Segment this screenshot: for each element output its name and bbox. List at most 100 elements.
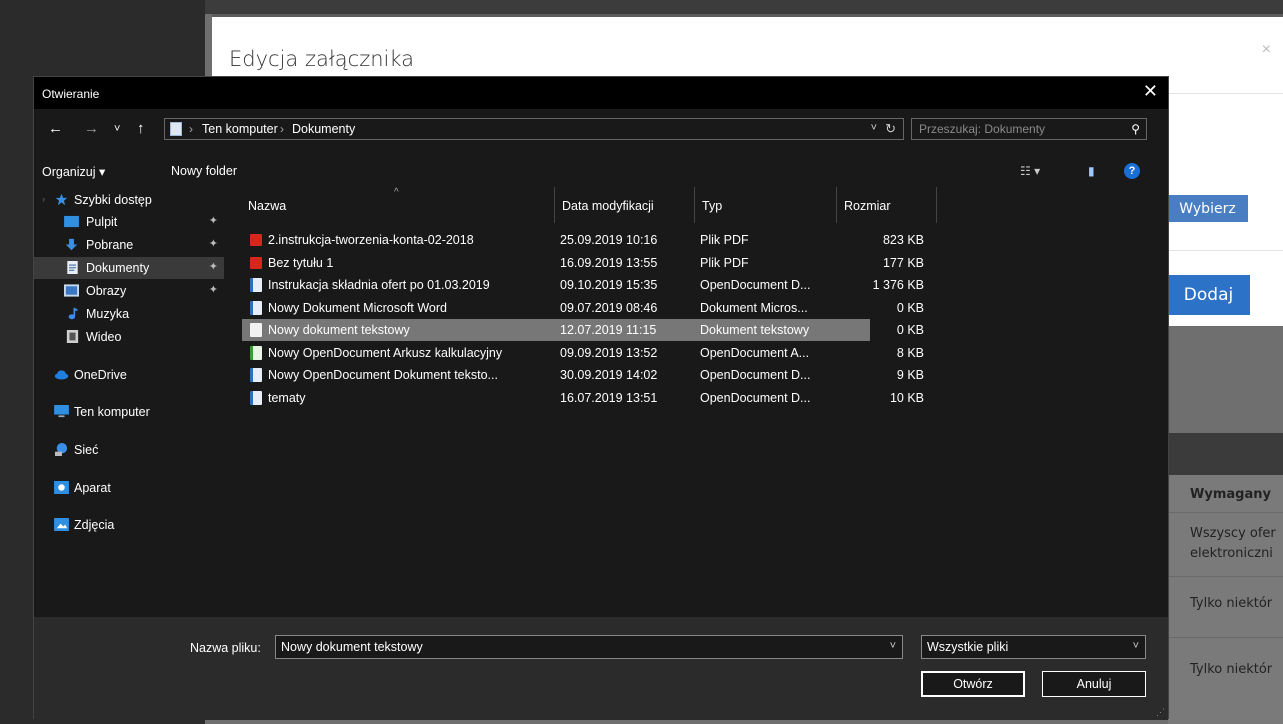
file-row[interactable]: Nowy Dokument Microsoft Word 09.07.2019 0… bbox=[242, 297, 924, 319]
file-type: OpenDocument D... bbox=[700, 368, 811, 382]
add-button[interactable]: Dodaj bbox=[1167, 275, 1250, 315]
column-separator[interactable] bbox=[694, 187, 695, 223]
photos-icon bbox=[54, 518, 69, 531]
column-separator[interactable] bbox=[554, 187, 555, 223]
documents-folder-icon bbox=[170, 122, 182, 136]
file-name: Nowy OpenDocument Dokument teksto... bbox=[268, 368, 498, 382]
column-separator[interactable] bbox=[836, 187, 837, 223]
pin-icon: ✦ bbox=[208, 284, 218, 296]
table-cell: Tylko niektór bbox=[1190, 662, 1273, 677]
table-row-divider bbox=[1168, 637, 1283, 638]
file-date: 09.09.2019 13:52 bbox=[560, 345, 658, 360]
file-list: ^ Nazwa Data modyfikacji Typ Rozmiar 2.i… bbox=[240, 187, 1160, 617]
up-arrow-icon[interactable]: ↑ bbox=[137, 121, 145, 137]
computer-icon bbox=[54, 405, 69, 418]
table-row-divider bbox=[1168, 512, 1283, 513]
sidebar-item-quick-access[interactable]: › Szybki dostęp bbox=[34, 189, 224, 211]
file-size: 8 KB bbox=[896, 345, 924, 360]
chevron-down-icon[interactable]: ˅ bbox=[890, 640, 896, 652]
file-row[interactable]: Instrukacja składnia ofert po 01.03.2019… bbox=[242, 274, 924, 296]
cancel-button[interactable]: Anuluj bbox=[1042, 671, 1146, 697]
close-icon[interactable]: ✕ bbox=[1143, 81, 1158, 102]
sidebar-item-onedrive[interactable]: OneDrive bbox=[34, 364, 224, 386]
resize-grip-icon[interactable]: ⋰ bbox=[1156, 707, 1165, 718]
file-row[interactable]: Nowy OpenDocument Arkusz kalkulacyjny 09.… bbox=[242, 342, 924, 364]
file-row[interactable]: 2.instrukcja-tworzenia-konta-02-2018 25.0… bbox=[242, 229, 924, 251]
file-name: Bez tytułu 1 bbox=[268, 255, 334, 270]
file-size: 1 376 KB bbox=[872, 278, 924, 292]
sidebar-item-documents[interactable]: Dokumenty ✦ bbox=[34, 257, 224, 279]
video-icon bbox=[66, 330, 79, 343]
open-button[interactable]: Otwórz bbox=[921, 671, 1025, 697]
back-arrow-icon[interactable]: ← bbox=[48, 121, 63, 137]
new-folder-button[interactable]: Nowy folder bbox=[171, 164, 237, 178]
column-header-name[interactable]: Nazwa bbox=[248, 199, 286, 213]
open-file-dialog: Otwieranie ✕ ← → ˅ ↑ › Ten komputer › Do… bbox=[33, 76, 1169, 720]
column-header-type[interactable]: Typ bbox=[702, 199, 722, 213]
chevron-down-icon[interactable]: ˅ bbox=[1133, 640, 1139, 652]
text-file-icon bbox=[250, 323, 262, 337]
sidebar-item-music[interactable]: Muzyka bbox=[34, 303, 224, 325]
dialog-toolbar: Organizuj ▾ Nowy folder ☷ ▾ ▮ ? bbox=[34, 157, 1168, 187]
pin-icon: ✦ bbox=[208, 238, 218, 250]
filename-input[interactable]: Nowy dokument tekstowy ˅ bbox=[275, 635, 903, 659]
odt-icon bbox=[250, 278, 262, 292]
file-name: Nowy OpenDocument Arkusz kalkulacyjny bbox=[268, 345, 503, 360]
network-icon bbox=[55, 443, 68, 456]
sidebar-item-this-pc[interactable]: Ten komputer bbox=[34, 401, 224, 423]
search-icon[interactable]: ⚲ bbox=[1131, 122, 1140, 136]
recent-locations-chevron-icon[interactable]: ˅ bbox=[114, 121, 120, 137]
forward-arrow-icon[interactable]: → bbox=[84, 121, 99, 137]
sidebar-item-network[interactable]: Sieć bbox=[34, 439, 224, 461]
file-type-select[interactable]: Wszystkie pliki ˅ bbox=[921, 635, 1146, 659]
sidebar-item-pictures[interactable]: Obrazy ✦ bbox=[34, 280, 224, 302]
preview-pane-icon[interactable]: ▮ bbox=[1088, 164, 1095, 178]
sidebar-item-label: Zdjęcia bbox=[74, 518, 115, 532]
file-row[interactable]: tematy 16.07.2019 13:51 OpenDocument D... 1… bbox=[242, 387, 924, 409]
file-type-value: Wszystkie pliki bbox=[927, 640, 1009, 654]
file-name: 2.instrukcja-tworzenia-konta-02-2018 bbox=[268, 233, 474, 247]
file-row[interactable]: Nowy OpenDocument Dokument teksto... 30.0… bbox=[242, 364, 924, 386]
sidebar-item-label: Sieć bbox=[74, 443, 99, 457]
filename-value[interactable]: Nowy dokument tekstowy bbox=[281, 640, 423, 654]
sidebar-item-label: Aparat bbox=[74, 481, 111, 495]
sidebar-item-desktop[interactable]: Pulpit ✦ bbox=[34, 211, 224, 233]
file-row[interactable]: Nowy dokument tekstowy 12.07.2019 11:15 Do… bbox=[242, 319, 924, 341]
pictures-icon bbox=[64, 284, 79, 297]
dialog-title: Otwieranie bbox=[42, 87, 100, 101]
file-size: 0 KB bbox=[896, 323, 924, 337]
sidebar-item-downloads[interactable]: Pobrane ✦ bbox=[34, 234, 224, 256]
sidebar-item-label: Wideo bbox=[86, 330, 122, 344]
sidebar-item-photos[interactable]: Zdjęcia bbox=[34, 514, 224, 536]
ods-icon bbox=[250, 345, 262, 360]
breadcrumb-documents[interactable]: Dokumenty bbox=[292, 122, 355, 136]
column-separator[interactable] bbox=[936, 187, 937, 223]
address-dropdown-icon[interactable]: ˅ bbox=[871, 122, 877, 134]
sidebar-item-video[interactable]: Wideo bbox=[34, 326, 224, 348]
refresh-icon[interactable]: ↻ bbox=[885, 121, 896, 137]
music-icon bbox=[68, 307, 79, 320]
pdf-icon bbox=[250, 234, 262, 246]
modal-close-icon[interactable]: × bbox=[1262, 41, 1271, 59]
file-date: 30.09.2019 14:02 bbox=[560, 368, 658, 382]
file-size: 177 KB bbox=[882, 255, 924, 270]
breadcrumb-this-pc[interactable]: Ten komputer bbox=[202, 122, 278, 136]
column-header-size[interactable]: Rozmiar bbox=[844, 199, 891, 213]
file-date: 09.07.2019 08:46 bbox=[560, 300, 658, 315]
sidebar-item-label: Obrazy bbox=[86, 284, 127, 298]
expand-chevron-icon[interactable]: › bbox=[42, 194, 45, 204]
file-date: 16.07.2019 13:51 bbox=[560, 390, 658, 405]
file-row[interactable]: Bez tytułu 1 16.09.2019 13:55 Plik PDF 177 … bbox=[242, 252, 924, 274]
organize-button[interactable]: Organizuj ▾ bbox=[42, 164, 105, 179]
search-input[interactable]: Przeszukaj: Dokumenty ⚲ bbox=[911, 118, 1147, 140]
file-size: 9 KB bbox=[896, 368, 924, 382]
change-view-icon[interactable]: ☷ ▾ bbox=[1020, 164, 1040, 178]
file-type: OpenDocument A... bbox=[700, 345, 810, 360]
help-icon[interactable]: ? bbox=[1124, 163, 1140, 179]
dialog-titlebar[interactable]: Otwieranie ✕ bbox=[34, 77, 1168, 109]
column-header-date[interactable]: Data modyfikacji bbox=[562, 199, 654, 213]
address-bar[interactable]: › Ten komputer › Dokumenty ˅ ↻ bbox=[164, 118, 904, 140]
choose-file-button[interactable]: Wybierz bbox=[1167, 195, 1248, 222]
file-type: OpenDocument D... bbox=[700, 278, 811, 292]
sidebar-item-camera[interactable]: Aparat bbox=[34, 477, 224, 499]
